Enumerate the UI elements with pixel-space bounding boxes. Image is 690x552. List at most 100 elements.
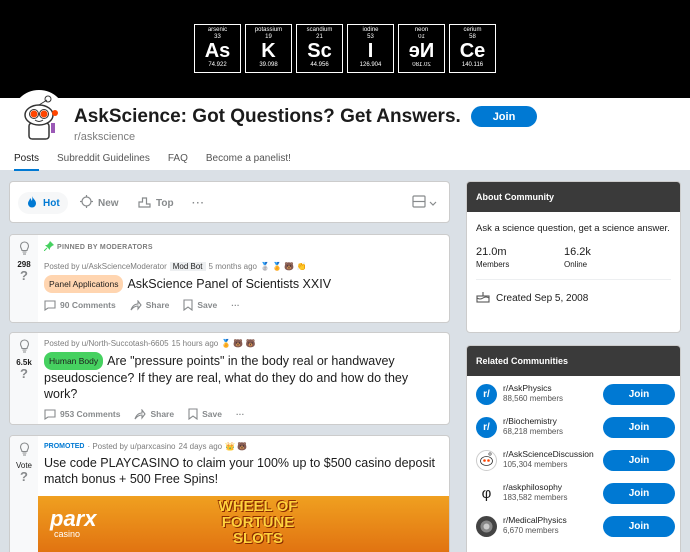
save-button[interactable]: Save — [188, 408, 222, 420]
tab-become-panelist[interactable]: Become a panelist! — [206, 153, 291, 171]
join-community-button[interactable]: Join — [603, 450, 675, 471]
vote-column: 6.5k ? — [10, 333, 38, 424]
join-community-button[interactable]: Join — [603, 417, 675, 438]
ad-brand-sub: casino — [54, 529, 81, 539]
element-symbol: K — [261, 40, 276, 62]
downvote-question-icon[interactable]: ? — [20, 367, 28, 380]
sort-new-button[interactable]: New — [80, 192, 119, 214]
element-weight: 39.098 — [259, 62, 278, 68]
post-flair[interactable]: Panel Applications — [44, 275, 124, 293]
cake-icon — [476, 290, 490, 306]
element-name: potassium — [254, 27, 283, 33]
downvote-question-icon[interactable]: ? — [20, 269, 28, 282]
post-body: PINNED BY MODERATORS Posted by u/AskScie… — [43, 241, 443, 311]
element-symbol: Ne — [408, 40, 435, 62]
element-tile: potassium 19 K 39.098 — [245, 24, 292, 73]
join-button[interactable]: Join — [471, 106, 537, 127]
related-community-row[interactable]: r/MedicalPhysics 6,670 members Join — [476, 513, 676, 541]
post-title[interactable]: Human Body Are "pressure points" in the b… — [44, 352, 443, 402]
upvote-lightbulb-icon[interactable] — [19, 339, 30, 355]
element-tile: cerium 58 Ce 140.116 — [449, 24, 496, 73]
post-body: Posted by u/North-Succotash-6605 15 hour… — [44, 339, 443, 420]
pin-icon — [43, 241, 54, 254]
community-icon: φ — [476, 483, 497, 504]
post-time[interactable]: 24 days ago — [179, 442, 223, 451]
snoo-scientist-icon — [24, 95, 58, 140]
downvote-question-icon[interactable]: ? — [20, 470, 28, 483]
more-options-button[interactable]: ··· — [231, 300, 240, 310]
community-icon: r/ — [476, 384, 497, 405]
sort-hot-button[interactable]: Hot — [18, 192, 68, 214]
upvote-lightbulb-icon[interactable] — [19, 442, 30, 458]
subreddit-name: r/askscience — [74, 131, 136, 143]
community-name[interactable]: r/AskScienceDiscussion — [503, 449, 594, 459]
comment-icon — [44, 408, 56, 420]
comments-button[interactable]: 953 Comments — [44, 408, 120, 420]
element-symbol: Sc — [307, 40, 332, 62]
related-community-row[interactable]: r/ r/Biochemistry 68,218 members Join — [476, 414, 676, 442]
bookmark-icon — [183, 299, 193, 311]
post-title[interactable]: Panel Applications AskScience Panel of Sc… — [44, 275, 443, 293]
tab-posts[interactable]: Posts — [14, 153, 40, 171]
members-label: Members — [476, 260, 510, 269]
element-symbol: As — [204, 40, 231, 62]
related-community-row[interactable]: r/ r/AskPhysics 88,560 members Join — [476, 381, 676, 409]
ad-image[interactable]: parx casino WHEEL OF FORTUNE SLOTS — [38, 496, 449, 552]
community-stats: 21.0m Members 16.2k Online — [476, 246, 671, 269]
post-title-text[interactable]: AskScience Panel of Scientists XXIV — [127, 277, 331, 291]
save-label: Save — [197, 300, 218, 310]
upvote-lightbulb-icon[interactable] — [19, 241, 30, 257]
post-card[interactable]: 6.5k ? Posted by u/North-Succotash-6605 … — [9, 332, 450, 425]
join-community-button[interactable]: Join — [603, 516, 675, 537]
related-community-row[interactable]: φ r/askphilosophy 183,582 members Join — [476, 480, 676, 508]
online-label: Online — [564, 260, 588, 269]
tab-faq[interactable]: FAQ — [168, 153, 188, 171]
promoted-post-card[interactable]: Vote ? PROMOTED · Posted by u/parxcasino… — [9, 435, 450, 552]
join-community-button[interactable]: Join — [603, 384, 675, 405]
vote-column: 298 ? — [10, 235, 38, 322]
element-name: iodine — [362, 27, 379, 33]
element-name: scandium — [306, 27, 333, 33]
snoo-community-icon — [476, 450, 497, 471]
post-title[interactable]: Use code PLAYCASINO to claim your 100% u… — [44, 455, 443, 487]
sort-top-button[interactable]: Top — [138, 192, 174, 214]
post-flair[interactable]: Human Body — [44, 352, 104, 370]
share-button[interactable]: Share — [134, 408, 175, 420]
members-value: 21.0m — [476, 246, 507, 258]
promoted-label: PROMOTED — [44, 443, 85, 450]
community-members: 183,582 members — [503, 493, 568, 502]
created-date: Created Sep 5, 2008 — [476, 290, 671, 306]
community-icon: r/ — [476, 417, 497, 438]
element-tile-mirrored: neon 10 Ne 20.180 — [398, 24, 445, 73]
element-weight: 20.180 — [412, 62, 431, 68]
ad-headline: WHEEL OF FORTUNE SLOTS — [218, 498, 298, 547]
award-icons: 🥈 🏅 🐻 👏 — [260, 262, 307, 271]
post-time[interactable]: 15 hours ago — [172, 339, 219, 348]
pinned-label: PINNED BY MODERATORS — [57, 244, 153, 251]
share-label: Share — [150, 409, 175, 419]
post-actions: 953 Comments Share Save ··· — [44, 408, 443, 420]
post-author[interactable]: Posted by u/AskScienceModerator — [44, 262, 167, 271]
community-members: 68,218 members — [503, 427, 564, 436]
sort-bar: Hot New Top ··· — [9, 181, 450, 223]
subreddit-header: AskScience: Got Questions? Get Answers. … — [0, 90, 690, 171]
share-label: Share — [145, 300, 170, 310]
post-author[interactable]: · Posted by u/parxcasino — [87, 442, 175, 451]
post-time[interactable]: 5 months ago — [209, 262, 257, 271]
post-card[interactable]: 298 ? PINNED BY MODERATORS Posted by u/A… — [9, 234, 450, 323]
online-stat: 16.2k Online — [564, 246, 652, 269]
related-community-row[interactable]: r/AskScienceDiscussion 105,304 members J… — [476, 447, 676, 475]
post-author[interactable]: Posted by u/North-Succotash-6605 — [44, 339, 169, 348]
sort-more-button[interactable]: ··· — [192, 192, 205, 214]
community-name[interactable]: r/askphilosophy — [503, 482, 562, 492]
community-name[interactable]: r/AskPhysics — [503, 383, 552, 393]
community-name[interactable]: r/Biochemistry — [503, 416, 557, 426]
community-name[interactable]: r/MedicalPhysics — [503, 515, 567, 525]
save-button[interactable]: Save — [183, 299, 217, 311]
view-toggle-button[interactable] — [412, 195, 437, 211]
join-community-button[interactable]: Join — [603, 483, 675, 504]
tab-subreddit-guidelines[interactable]: Subreddit Guidelines — [57, 153, 150, 171]
share-button[interactable]: Share — [130, 299, 170, 311]
more-options-button[interactable]: ··· — [236, 409, 245, 419]
comments-button[interactable]: 90 Comments — [44, 299, 116, 311]
